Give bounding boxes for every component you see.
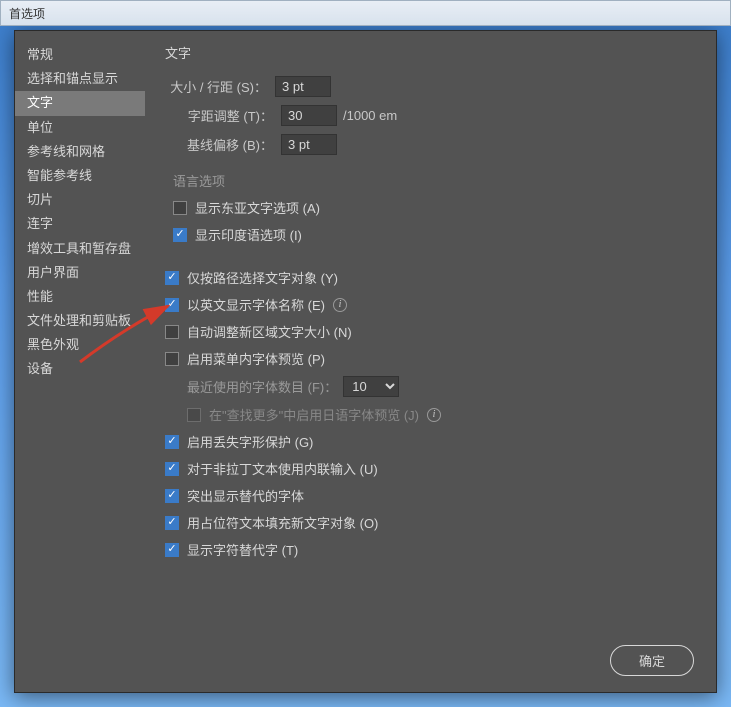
lang-section-title: 语言选项 — [173, 171, 696, 190]
checkbox-label: 对于非拉丁文本使用内联输入 (U) — [187, 459, 378, 478]
checkbox[interactable] — [165, 489, 179, 503]
tracking-input[interactable] — [281, 105, 337, 126]
info-icon[interactable]: i — [333, 298, 347, 312]
checkbox-label: 显示东亚文字选项 (A) — [195, 198, 320, 217]
sidebar-item[interactable]: 切片 — [15, 188, 145, 212]
checkbox[interactable] — [165, 516, 179, 530]
preferences-dialog: 常规选择和锚点显示文字单位参考线和网格智能参考线切片连字增效工具和暂存盘用户界面… — [14, 30, 717, 693]
field-label: 大小 / 行距 (S)： — [165, 77, 275, 96]
field-tracking: 字距调整 (T)： /1000 em — [165, 105, 696, 126]
checkbox-row: 启用丢失字形保护 (G) — [165, 432, 696, 451]
sidebar-item[interactable]: 智能参考线 — [15, 164, 145, 188]
panel-title: 文字 — [165, 43, 696, 62]
checkbox-label: 用占位符文本填充新文字对象 (O) — [187, 513, 378, 532]
sidebar-item[interactable]: 常规 — [15, 43, 145, 67]
checkbox-label: 自动调整新区域文字大小 (N) — [187, 322, 352, 341]
field-label: 字距调整 (T)： — [165, 106, 281, 125]
recent-fonts-row: 最近使用的字体数目 (F)： 10 — [187, 376, 696, 397]
baseline-input[interactable] — [281, 134, 337, 155]
checkbox[interactable] — [173, 228, 187, 242]
checkbox[interactable] — [165, 271, 179, 285]
checkbox-label: 以英文显示字体名称 (E) — [187, 295, 325, 314]
size-leading-input[interactable] — [275, 76, 331, 97]
checkbox-row: 用占位符文本填充新文字对象 (O) — [165, 513, 696, 532]
checkbox-row: 突出显示替代的字体 — [165, 486, 696, 505]
checkbox[interactable] — [165, 298, 179, 312]
checkbox-row: 对于非拉丁文本使用内联输入 (U) — [165, 459, 696, 478]
sidebar: 常规选择和锚点显示文字单位参考线和网格智能参考线切片连字增效工具和暂存盘用户界面… — [15, 31, 145, 692]
checkbox-label: 显示字符替代字 (T) — [187, 540, 298, 559]
checkbox[interactable] — [173, 201, 187, 215]
checkbox-row: 启用菜单内字体预览 (P) — [165, 349, 696, 368]
sidebar-item[interactable]: 参考线和网格 — [15, 140, 145, 164]
sidebar-item[interactable]: 单位 — [15, 116, 145, 140]
sidebar-item[interactable]: 性能 — [15, 285, 145, 309]
button-row: 确定 — [610, 645, 694, 676]
sidebar-item[interactable]: 文字 — [15, 91, 145, 115]
checkbox-label: 在"查找更多"中启用日语字体预览 (J) — [209, 405, 419, 424]
checkbox-row: 自动调整新区域文字大小 (N) — [165, 322, 696, 341]
checkbox[interactable] — [165, 462, 179, 476]
checkbox-row: 显示字符替代字 (T) — [165, 540, 696, 559]
checkbox-row: 显示东亚文字选项 (A) — [173, 198, 696, 217]
checkbox-label: 显示印度语选项 (I) — [195, 225, 302, 244]
recent-fonts-label: 最近使用的字体数目 (F)： — [187, 377, 337, 396]
tracking-suffix: /1000 em — [343, 108, 397, 123]
sidebar-item[interactable]: 选择和锚点显示 — [15, 67, 145, 91]
checkbox-row: 在"查找更多"中启用日语字体预览 (J) i — [187, 405, 696, 424]
field-baseline: 基线偏移 (B)： — [165, 134, 696, 155]
checkbox-label: 仅按路径选择文字对象 (Y) — [187, 268, 338, 287]
sidebar-item[interactable]: 黑色外观 — [15, 333, 145, 357]
info-icon[interactable]: i — [427, 408, 441, 422]
checkbox-label: 启用菜单内字体预览 (P) — [187, 349, 325, 368]
checkbox — [187, 408, 201, 422]
sidebar-item[interactable]: 连字 — [15, 212, 145, 236]
sidebar-item[interactable]: 增效工具和暂存盘 — [15, 237, 145, 261]
sidebar-item[interactable]: 用户界面 — [15, 261, 145, 285]
window-titlebar: 首选项 — [0, 0, 731, 26]
recent-fonts-select[interactable]: 10 — [343, 376, 399, 397]
checkbox-row: 仅按路径选择文字对象 (Y) — [165, 268, 696, 287]
checkbox-row: 以英文显示字体名称 (E) i — [165, 295, 696, 314]
content-panel: 文字 大小 / 行距 (S)： 字距调整 (T)： /1000 em 基线偏移 … — [145, 31, 716, 692]
checkbox[interactable] — [165, 435, 179, 449]
ok-button[interactable]: 确定 — [610, 645, 694, 676]
field-label: 基线偏移 (B)： — [165, 135, 281, 154]
checkbox-row: 显示印度语选项 (I) — [173, 225, 696, 244]
checkbox[interactable] — [165, 543, 179, 557]
checkbox-label: 突出显示替代的字体 — [187, 486, 304, 505]
checkbox[interactable] — [165, 325, 179, 339]
field-size-leading: 大小 / 行距 (S)： — [165, 76, 696, 97]
checkbox-label: 启用丢失字形保护 (G) — [187, 432, 313, 451]
sidebar-item[interactable]: 设备 — [15, 357, 145, 381]
checkbox[interactable] — [165, 352, 179, 366]
window-title: 首选项 — [9, 5, 45, 22]
sidebar-item[interactable]: 文件处理和剪贴板 — [15, 309, 145, 333]
